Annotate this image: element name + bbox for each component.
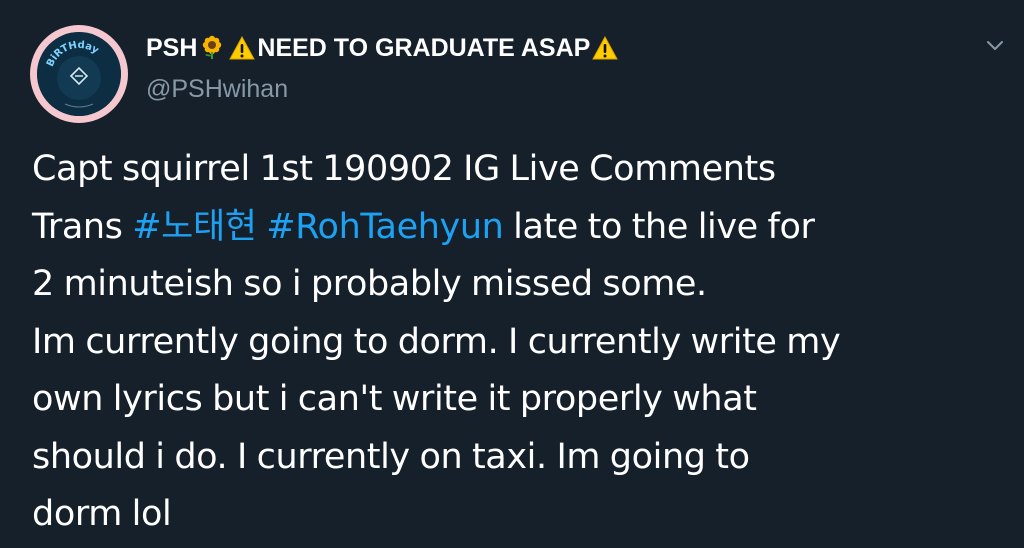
tweet-line: 2 minuteish so i probably missed some. <box>32 264 707 304</box>
tweet-line: own lyrics but i can't write it properly… <box>32 379 757 419</box>
chevron-down-icon[interactable] <box>984 34 1006 56</box>
avatar-image: BiRTHday <box>37 32 121 116</box>
tweet-header: PSH NEED TO GRADUATE ASAP @PSHwihan <box>146 30 964 106</box>
tweet-card: BiRTHday PSH NEED TO GRADUATE ASAP @PSHwi… <box>0 0 1024 548</box>
warning-icon <box>229 34 256 70</box>
tweet-text-segment: late to the live for <box>503 206 815 247</box>
warning-icon <box>592 34 619 70</box>
tweet-text: Capt squirrel 1st 190902 IG Live Comment… <box>32 141 1017 544</box>
tweet-line: should i do. I currently on taxi. Im goi… <box>32 436 750 477</box>
avatar-graphic: BiRTHday <box>37 32 121 116</box>
sunflower-icon <box>199 34 225 70</box>
hashtag-link[interactable]: #노태현 <box>132 207 257 247</box>
display-name-main: NEED TO GRADUATE ASAP <box>257 34 591 62</box>
tweet-line: Trans #노태현 #RohTaehyun late to the live … <box>32 199 1017 257</box>
tweet-line: Capt squirrel 1st 190902 IG Live Comment… <box>32 149 776 189</box>
avatar[interactable]: BiRTHday <box>30 25 128 123</box>
username[interactable]: @PSHwihan <box>146 72 964 106</box>
tweet-line: dorm lol <box>32 494 172 534</box>
tweet-text-segment: Trans <box>32 206 133 247</box>
tweet-line: Im currently going to dorm. I currently … <box>32 321 841 362</box>
display-name[interactable]: PSH NEED TO GRADUATE ASAP <box>146 30 964 70</box>
hashtag-link[interactable]: #RohTaehyun <box>266 207 504 247</box>
display-name-prefix: PSH <box>146 34 198 62</box>
